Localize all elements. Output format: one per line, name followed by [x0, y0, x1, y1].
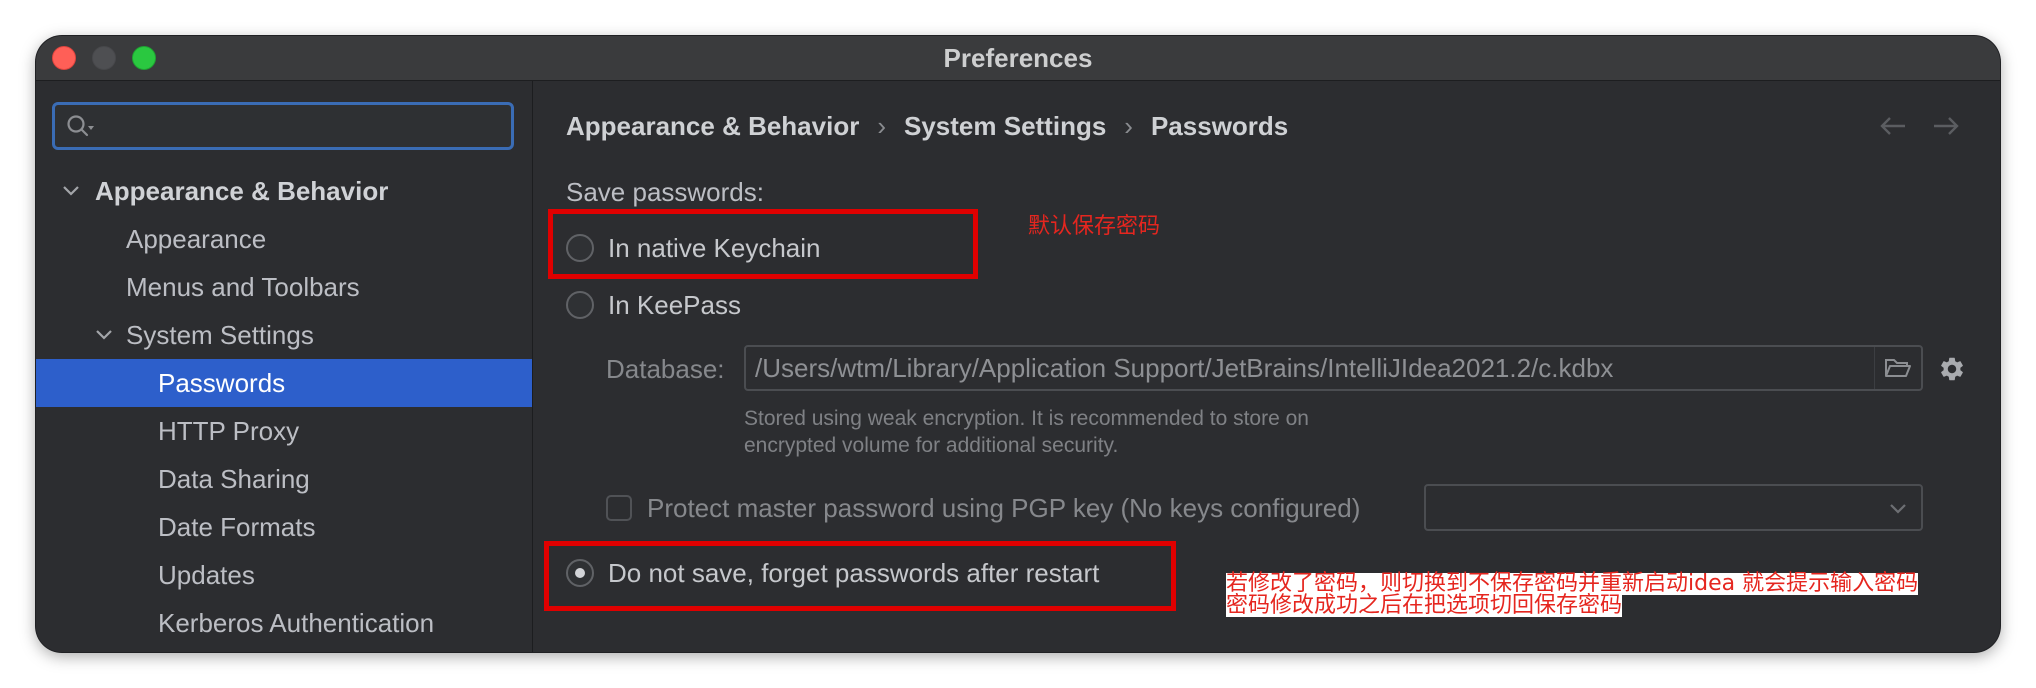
dropdown-arrow-icon: [1890, 504, 1906, 514]
settings-tree: Appearance & Behavior Appearance Menus a…: [36, 167, 532, 647]
breadcrumb-appearance-behavior[interactable]: Appearance & Behavior: [566, 108, 859, 144]
annotation-note-line: 若修改了密码，则切换到不保存密码并重新启动idea 就会提示输入密码: [1226, 571, 1919, 596]
tree-item-label: HTTP Proxy: [158, 416, 300, 446]
database-path-field[interactable]: /Users/wtm/Library/Application Support/J…: [744, 345, 1923, 391]
database-label: Database:: [606, 354, 725, 384]
tree-item-date-formats[interactable]: Date Formats: [36, 503, 532, 551]
folder-icon: [1885, 359, 1911, 377]
tree-item-label: Updates: [158, 560, 255, 590]
annotation-note-line: 密码修改成功之后在把选项切回保存密码: [1226, 593, 1623, 618]
gear-icon[interactable]: [1938, 355, 1966, 383]
radio-label: In KeePass: [608, 290, 741, 320]
browse-button[interactable]: [1874, 347, 1921, 389]
tree-item-updates[interactable]: Updates: [36, 551, 532, 599]
breadcrumb: Appearance & Behavior › System Settings …: [566, 108, 1288, 144]
title-bar: Preferences: [36, 36, 2000, 81]
breadcrumb-passwords: Passwords: [1150, 111, 1289, 141]
settings-search-input[interactable]: [52, 102, 514, 150]
pgp-protect-option[interactable]: Protect master password using PGP key (N…: [606, 490, 1406, 526]
tree-item-label: Data Sharing: [158, 464, 310, 494]
annotation-highlight-keychain: [548, 209, 978, 279]
tree-item-kerberos-authentication[interactable]: Kerberos Authentication: [36, 599, 532, 647]
tree-item-passwords[interactable]: Passwords: [36, 359, 532, 407]
tree-item-system-settings[interactable]: System Settings: [36, 311, 532, 359]
tree-item-label: Menus and Toolbars: [126, 272, 360, 302]
breadcrumb-separator: ›: [877, 111, 886, 141]
database-path-value: /Users/wtm/Library/Application Support/J…: [755, 353, 1614, 383]
annotation-keychain-note: 默认保存密码: [1028, 214, 1161, 239]
annotation-highlight-do-not-save: [544, 541, 1176, 611]
tree-item-label: System Settings: [126, 320, 314, 350]
arrow-right-icon[interactable]: [1931, 114, 1961, 138]
tree-item-appearance-behavior[interactable]: Appearance & Behavior: [36, 167, 532, 215]
pgp-key-dropdown[interactable]: [1424, 484, 1923, 531]
tree-item-data-sharing[interactable]: Data Sharing: [36, 455, 532, 503]
arrow-left-icon[interactable]: [1878, 114, 1908, 138]
save-passwords-label: Save passwords:: [566, 177, 764, 207]
window-title: Preferences: [943, 43, 1093, 73]
encryption-note-line: encrypted volume for additional security…: [744, 434, 1119, 457]
breadcrumb-separator: ›: [1124, 111, 1133, 141]
chevron-down-icon[interactable]: [62, 185, 80, 197]
settings-sidebar: Appearance & Behavior Appearance Menus a…: [36, 81, 533, 652]
tree-item-label: Kerberos Authentication: [158, 608, 435, 638]
tree-item-label: Appearance: [126, 224, 267, 254]
breadcrumb-system-settings[interactable]: System Settings: [904, 108, 1106, 144]
passwords-settings-panel: Appearance & Behavior › System Settings …: [533, 81, 2000, 652]
radio-button[interactable]: [566, 291, 594, 319]
tree-item-label: Passwords: [158, 368, 286, 398]
preferences-window: Preferences Appearance & Behavior Appear…: [36, 36, 2000, 652]
encryption-note-line: Stored using weak encryption. It is reco…: [744, 407, 1309, 430]
option-keepass[interactable]: In KeePass: [566, 287, 1366, 323]
tree-item-menus-toolbars[interactable]: Menus and Toolbars: [36, 263, 532, 311]
tree-item-appearance[interactable]: Appearance: [36, 215, 532, 263]
pgp-checkbox[interactable]: [606, 495, 632, 521]
search-icon[interactable]: [65, 113, 99, 139]
pgp-checkbox-label: Protect master password using PGP key (N…: [647, 493, 1361, 523]
tree-item-label: Appearance & Behavior: [95, 176, 389, 206]
encryption-note: Stored using weak encryption. It is reco…: [744, 405, 1309, 459]
annotation-do-not-save-note: 若修改了密码，则切换到不保存密码并重新启动idea 就会提示输入密码 密码修改成…: [1226, 571, 1919, 618]
chevron-down-icon[interactable]: [95, 329, 113, 341]
tree-item-http-proxy[interactable]: HTTP Proxy: [36, 407, 532, 455]
tree-item-label: Date Formats: [158, 512, 316, 542]
